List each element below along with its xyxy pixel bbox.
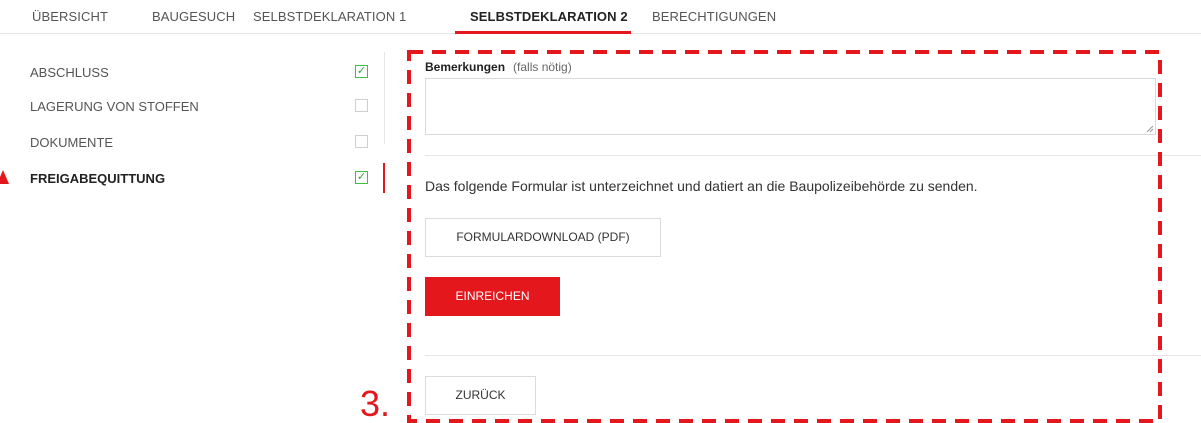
annotation-step-number: 3. [360, 383, 391, 423]
annotation-highlight-box [407, 50, 1162, 423]
